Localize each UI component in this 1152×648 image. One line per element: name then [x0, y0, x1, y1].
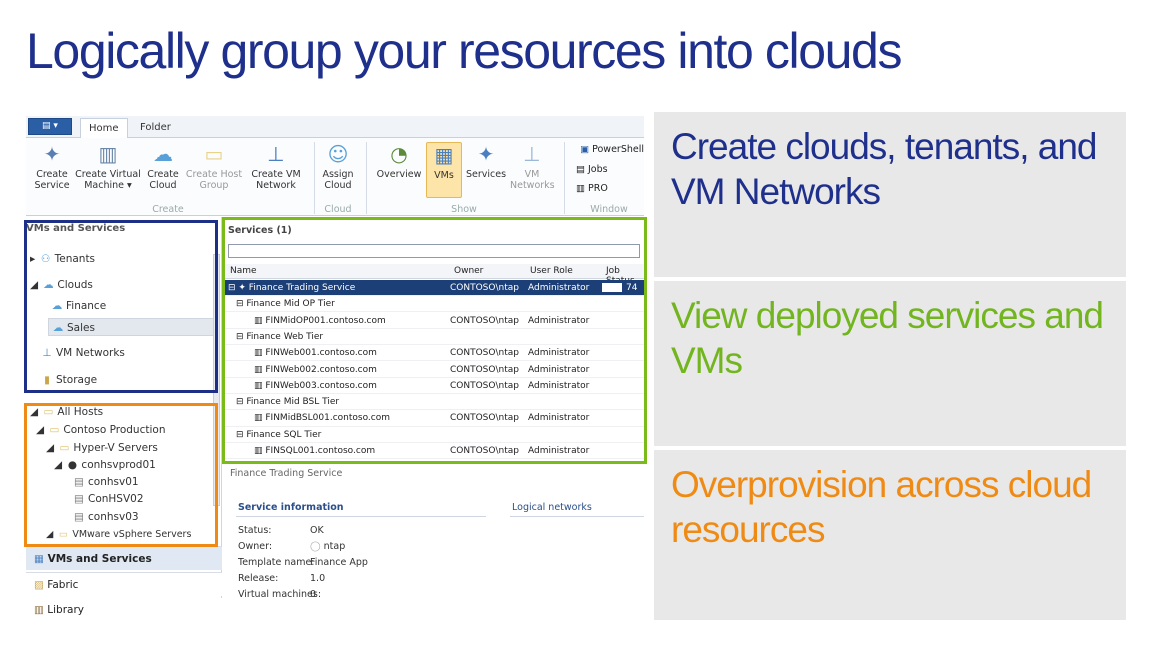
release-label: Release:	[238, 573, 279, 584]
assign-cloud-button[interactable]: ☺ Assign Cloud	[320, 142, 356, 191]
create-vm-button[interactable]: ▥ Create Virtual Machine ▾	[74, 142, 142, 191]
ribbon-separator	[314, 142, 315, 214]
jobs-icon: ▤	[576, 164, 588, 175]
vms-label: Virtual machines:	[238, 589, 322, 600]
assign-cloud-icon: ☺	[327, 142, 349, 166]
workspace-fabric[interactable]: ▨ Fabric	[26, 572, 222, 596]
callout-view-services: View deployed services and VMs	[654, 281, 1126, 446]
callout-overprovision: Overprovision across cloud resources	[654, 450, 1126, 620]
ribbon-tab-bar: ▤ ▾ Home Folder	[26, 116, 644, 139]
fabric-icon: ▨	[34, 579, 48, 591]
vms-value: 0	[310, 589, 317, 600]
highlight-box-clouds	[24, 220, 218, 393]
tab-folder[interactable]: Folder	[132, 118, 179, 138]
services-button[interactable]: ✦ Services	[464, 142, 508, 180]
cloud-icon: ☁	[153, 142, 173, 166]
create-cloud-button[interactable]: ☁ Create Cloud	[144, 142, 182, 191]
vms-icon: ▦	[434, 143, 454, 167]
vms-services-icon: ▦	[34, 553, 48, 565]
overview-button[interactable]: ◔ Overview	[374, 142, 424, 180]
workspace-vms-and-services[interactable]: ▦ VMs and Services	[26, 546, 222, 570]
ribbon-separator	[366, 142, 367, 214]
pro-button[interactable]: ▥ PRO	[576, 183, 642, 195]
logical-networks-heading: Logical networks	[512, 502, 592, 513]
services-icon: ✦	[477, 142, 495, 166]
create-vm-icon: ▥	[98, 142, 118, 166]
service-info-heading: Service information	[238, 502, 344, 513]
library-icon: ▥	[34, 604, 48, 616]
jobs-button[interactable]: ▤ Jobs	[576, 164, 642, 176]
status-value: OK	[310, 525, 324, 536]
details-pane: Finance Trading Service Service informat…	[224, 462, 644, 616]
create-service-icon: ✦	[43, 142, 61, 166]
vm-networks-button[interactable]: ⊥ VM Networks	[510, 142, 555, 191]
create-service-button[interactable]: ✦ Create Service	[32, 142, 72, 191]
workspace-library[interactable]: ▥ Library	[26, 598, 222, 622]
user-icon: ◯	[310, 541, 324, 552]
pro-icon: ▥	[576, 183, 588, 194]
vm-network-icon: ⊥	[523, 142, 541, 166]
ribbon-group-create: Create	[152, 204, 184, 215]
ribbon-group-show: Show	[451, 204, 477, 215]
create-host-group-button[interactable]: ▭ Create Host Group	[184, 142, 244, 191]
divider	[236, 516, 486, 517]
powershell-icon: ▣	[580, 144, 593, 155]
pie-chart-icon: ◔	[390, 142, 408, 166]
file-menu-button[interactable]: ▤ ▾	[28, 118, 72, 135]
ribbon: ✦ Create Service ▥ Create Virtual Machine …	[26, 138, 644, 216]
release-value: 1.0	[310, 573, 326, 584]
ribbon-group-cloud: Cloud	[324, 204, 352, 215]
highlight-box-hosts	[24, 403, 218, 547]
ribbon-separator	[564, 142, 565, 214]
tab-home[interactable]: Home	[80, 118, 128, 139]
details-title: Finance Trading Service	[230, 468, 343, 479]
ribbon-group-window: Window	[590, 204, 628, 215]
owner-value: ◯ ntap	[310, 541, 346, 552]
vms-button[interactable]: ▦ VMs	[426, 142, 462, 198]
template-label: Template name:	[238, 557, 315, 568]
status-label: Status:	[238, 525, 272, 536]
owner-label: Owner:	[238, 541, 273, 552]
create-vm-network-button[interactable]: ⊥ Create VM Network	[248, 142, 304, 191]
template-value: Finance App	[310, 557, 368, 568]
folder-icon: ▭	[204, 142, 224, 166]
slide-title: Logically group your resources into clou…	[26, 23, 902, 79]
callout-create-clouds: Create clouds, tenants, and VM Networks	[654, 112, 1126, 277]
powershell-button[interactable]: ▣ PowerShell	[580, 144, 644, 156]
highlight-box-services	[222, 217, 647, 464]
divider	[510, 516, 644, 517]
network-icon: ⊥	[267, 142, 285, 166]
